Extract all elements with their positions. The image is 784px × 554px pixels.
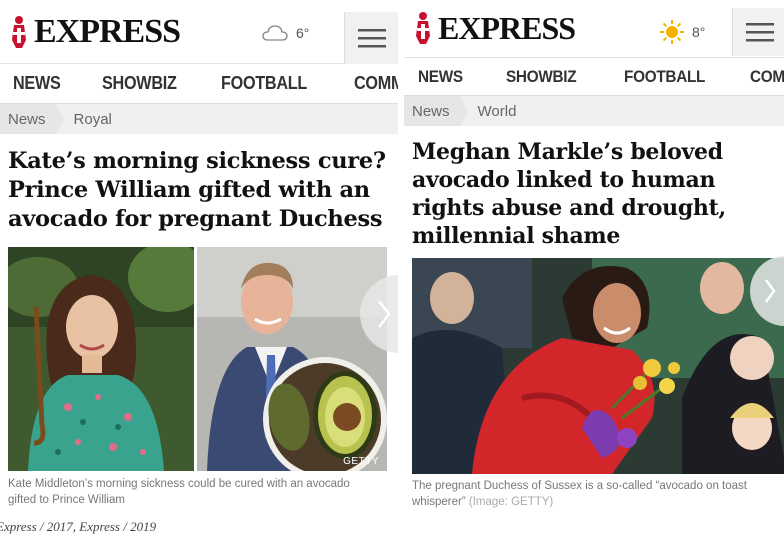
logo-text: EXPRESS <box>438 10 576 46</box>
menu-button[interactable] <box>732 8 784 56</box>
crusader-icon <box>416 12 430 44</box>
weather-temperature: 6° <box>296 25 310 41</box>
photo-caption: The pregnant Duchess of Sussex is a so-c… <box>412 478 778 510</box>
cloud-icon <box>262 25 288 41</box>
caption-credit: (Image: GETTY) <box>468 496 554 508</box>
nav-item-news[interactable]: NEWS <box>418 67 463 87</box>
chevron-right-icon <box>378 300 391 328</box>
william-illustration <box>197 247 387 471</box>
menu-button[interactable] <box>344 12 398 64</box>
breadcrumb: News Royal <box>0 104 398 134</box>
breadcrumb-news[interactable]: News <box>404 96 467 126</box>
logo-text: EXPRESS <box>34 13 181 50</box>
weather-widget[interactable]: 6° <box>262 24 309 42</box>
nav-item-showbiz[interactable]: SHOWBIZ <box>102 73 177 94</box>
meghan-photo <box>412 258 784 474</box>
kate-illustration <box>8 247 194 471</box>
breadcrumb-section[interactable]: Royal <box>56 104 112 134</box>
hamburger-icon <box>357 29 386 48</box>
nav-item-football[interactable]: FOOTBALL <box>221 73 307 94</box>
article-panel-left: EXPRESS 6° NEWS SHOWBIZ FOOTBALL COMMENT… <box>0 0 398 520</box>
nav-item-comment[interactable]: COMMENT <box>354 73 398 94</box>
breadcrumb-news[interactable]: News <box>0 104 63 134</box>
express-logo[interactable]: EXPRESS <box>8 13 181 50</box>
nav-item-comment[interactable]: COMMENT <box>750 67 784 87</box>
article-panel-right: EXPRESS 8° NEWS SHOWBIZ FOOTBALL COM New… <box>404 0 784 520</box>
hamburger-icon <box>745 23 774 42</box>
express-logo[interactable]: EXPRESS <box>412 10 576 46</box>
nav-item-football[interactable]: FOOTBALL <box>624 67 705 87</box>
photo-credit: GETTY <box>343 456 379 467</box>
breadcrumb-section[interactable]: World <box>460 96 517 126</box>
main-nav: NEWS SHOWBIZ FOOTBALL COMMENT <box>0 64 398 104</box>
main-nav: NEWS SHOWBIZ FOOTBALL COMMENT <box>404 58 784 96</box>
weather-temperature: 8° <box>692 24 706 40</box>
chevron-right-icon <box>764 279 776 303</box>
site-header: EXPRESS 6° <box>0 0 398 64</box>
nav-item-news[interactable]: NEWS <box>13 73 61 94</box>
weather-widget[interactable]: 8° <box>660 20 705 44</box>
caption-text: The pregnant Duchess of Sussex is a so-c… <box>412 480 747 508</box>
william-photo: GETTY <box>197 247 387 471</box>
meghan-illustration <box>412 258 784 474</box>
photo-caption: Kate Middleton’s morning sickness could … <box>8 478 350 506</box>
site-header: EXPRESS 8° <box>404 0 784 58</box>
crusader-icon <box>12 16 26 48</box>
nav-item-showbiz[interactable]: SHOWBIZ <box>506 67 577 87</box>
kate-photo <box>8 247 194 471</box>
article-headline: Meghan Markle’s beloved avocado linked t… <box>412 139 726 249</box>
breadcrumb: News World <box>404 96 784 126</box>
article-headline: Kate’s morning sickness cure? Prince Wil… <box>8 148 386 232</box>
sun-icon <box>660 20 684 44</box>
source-attribution: Express / 2017, Express / 2019 <box>0 519 157 534</box>
